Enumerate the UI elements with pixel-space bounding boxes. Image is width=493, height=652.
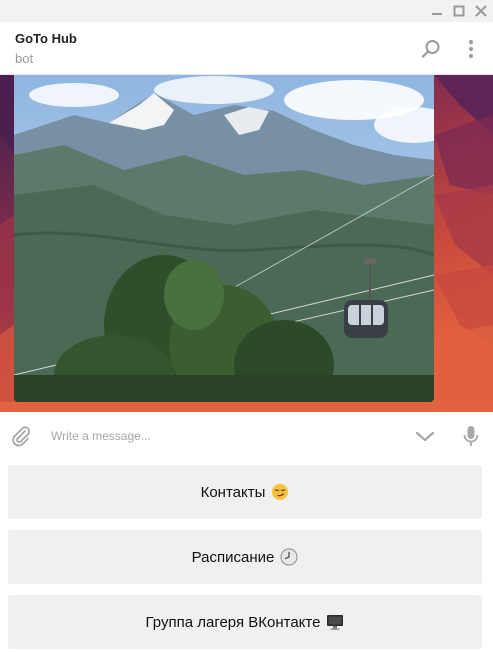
close-icon[interactable]	[472, 2, 490, 20]
keyboard-button-contacts[interactable]: Контакты	[8, 465, 482, 519]
bot-keyboard: Контакты Расписание Группа лагеря ВКонта…	[0, 460, 493, 652]
search-icon[interactable]	[420, 38, 442, 60]
chat-title[interactable]: GoTo Hub	[15, 31, 77, 46]
smirk-face-icon	[271, 483, 289, 501]
more-vertical-icon[interactable]	[460, 38, 482, 60]
minimize-icon[interactable]	[428, 2, 446, 20]
chat-area	[0, 75, 493, 412]
keyboard-button-vk-group[interactable]: Группа лагеря ВКонтакте	[8, 595, 482, 649]
window-titlebar	[0, 0, 493, 22]
paperclip-icon[interactable]	[9, 424, 33, 448]
message-composer	[0, 412, 493, 460]
message-input[interactable]	[51, 426, 391, 446]
keyboard-button-label: Группа лагеря ВКонтакте	[145, 613, 321, 631]
maximize-icon[interactable]	[450, 2, 468, 20]
clock-icon	[280, 548, 298, 566]
message-photo[interactable]	[14, 75, 434, 402]
chat-status: bot	[15, 51, 34, 66]
chat-header: GoTo Hub bot	[0, 22, 493, 75]
microphone-icon[interactable]	[459, 424, 483, 448]
keyboard-button-label: Расписание	[191, 548, 275, 566]
chevron-down-icon[interactable]	[413, 424, 437, 448]
keyboard-button-label: Контакты	[200, 483, 266, 501]
desktop-computer-icon	[326, 613, 344, 631]
keyboard-button-schedule[interactable]: Расписание	[8, 530, 482, 584]
